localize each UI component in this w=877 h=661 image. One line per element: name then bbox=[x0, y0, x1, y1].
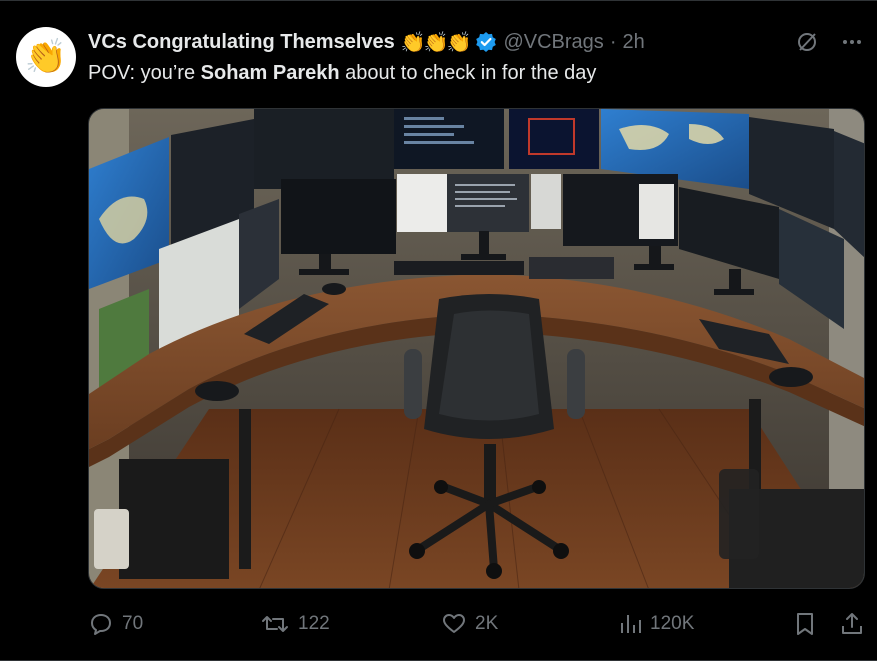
reply-count: 70 bbox=[122, 613, 144, 634]
top-divider bbox=[0, 0, 877, 1]
top-actions bbox=[795, 30, 863, 54]
reply-button[interactable]: 70 bbox=[88, 608, 143, 640]
display-name[interactable]: VCs Congratulating Themselves bbox=[88, 31, 395, 54]
tweet-photo[interactable] bbox=[88, 108, 865, 589]
grok-icon[interactable] bbox=[795, 30, 819, 54]
clapping-hands-icon: 👏 bbox=[24, 38, 68, 76]
bookmark-button[interactable] bbox=[794, 608, 816, 640]
views-chart-icon bbox=[621, 615, 641, 633]
repost-icon bbox=[262, 616, 288, 632]
views-button[interactable]: 120K bbox=[618, 608, 694, 640]
desk-setup-photo bbox=[89, 109, 864, 588]
timestamp[interactable]: 2h bbox=[622, 31, 644, 54]
tweet-text: POV: you’re Soham Parekh about to check … bbox=[88, 62, 596, 85]
share-button[interactable] bbox=[840, 608, 864, 640]
repost-count: 122 bbox=[298, 613, 330, 634]
handle[interactable]: @VCBrags bbox=[503, 31, 603, 54]
separator-dot: · bbox=[609, 30, 617, 53]
heart-icon bbox=[443, 614, 465, 633]
name-emojis: 👏👏👏 bbox=[400, 31, 472, 54]
tweet-text-start: POV: you’re bbox=[88, 62, 201, 84]
view-count: 120K bbox=[650, 613, 695, 634]
tweet-text-end: about to check in for the day bbox=[339, 62, 597, 84]
like-count: 2K bbox=[475, 613, 499, 634]
verified-badge-icon bbox=[476, 32, 497, 52]
bookmark-icon bbox=[797, 613, 813, 635]
reply-icon bbox=[91, 614, 111, 635]
tweet-text-mention: Soham Parekh bbox=[200, 62, 340, 84]
avatar[interactable]: 👏 bbox=[16, 27, 76, 87]
share-icon bbox=[842, 613, 862, 634]
tweet-actions: 70 122 2K 120K bbox=[88, 608, 865, 640]
repost-button[interactable]: 122 bbox=[260, 608, 330, 640]
tweet-header: VCs Congratulating Themselves 👏👏👏 @VCBra… bbox=[88, 28, 645, 56]
more-options-icon[interactable] bbox=[841, 31, 863, 53]
like-button[interactable]: 2K bbox=[441, 608, 498, 640]
